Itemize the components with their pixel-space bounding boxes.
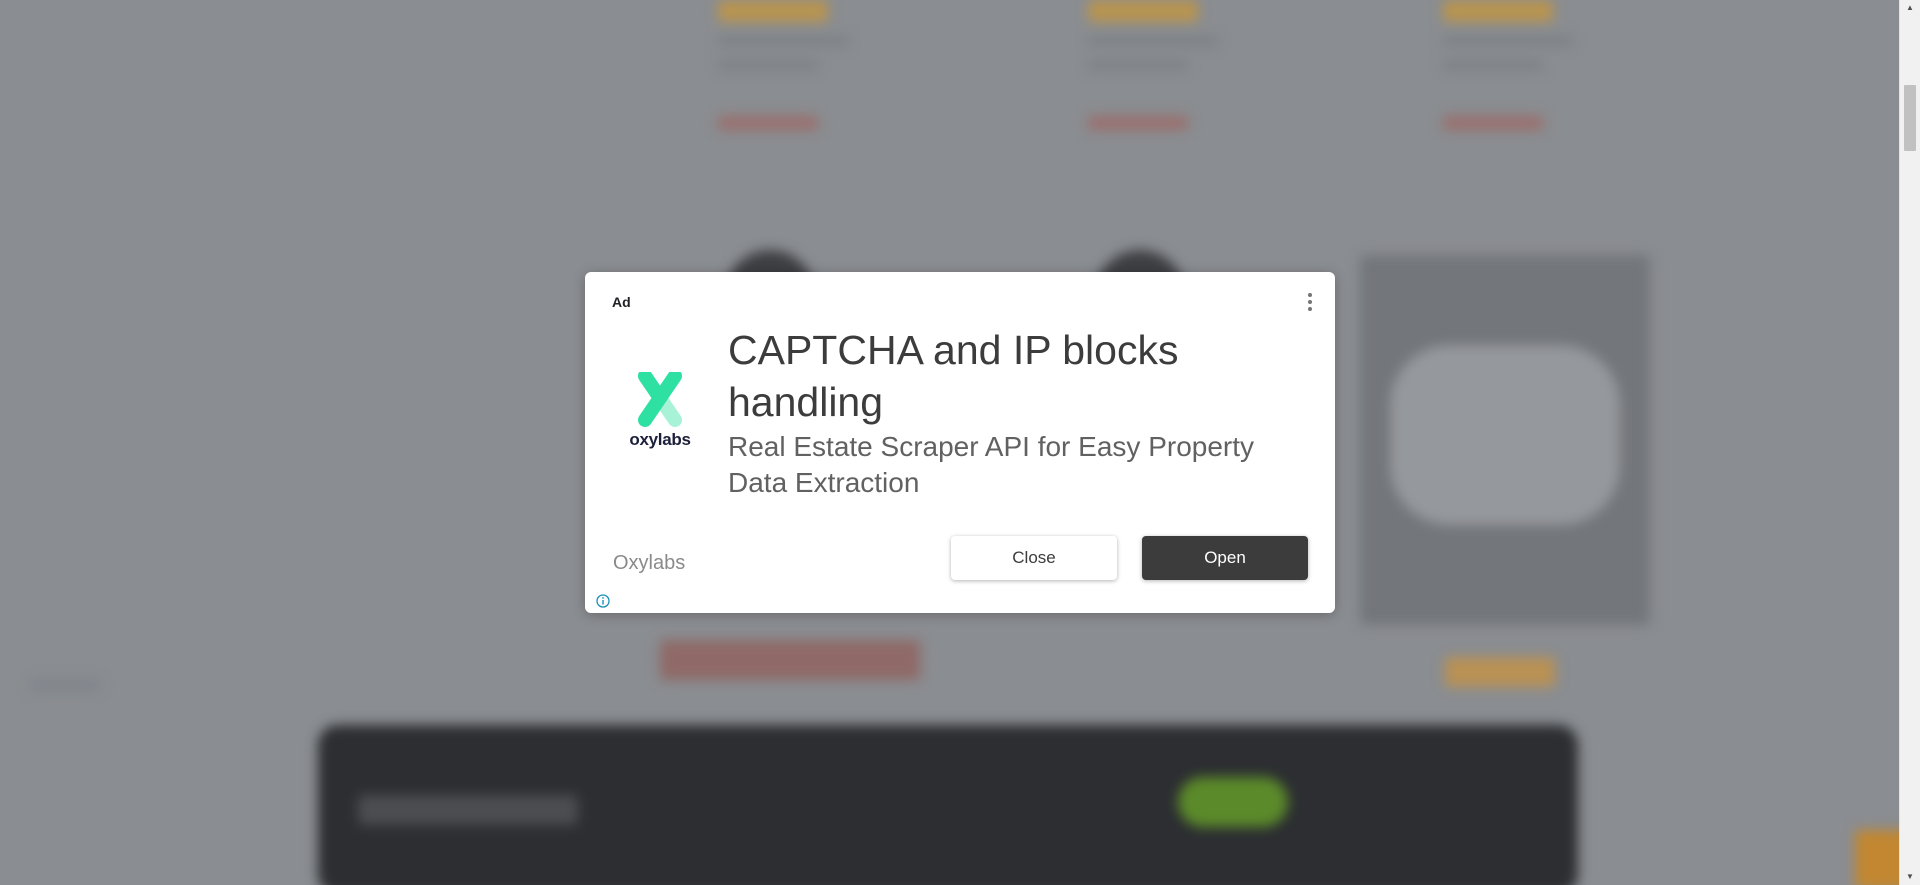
advertiser-name[interactable]: Oxylabs [613, 552, 685, 575]
ad-label: Ad [612, 294, 631, 310]
ad-dialog: Ad oxylabs CAPTCHA and IP blocks handlin… [585, 272, 1335, 613]
background-link [718, 116, 818, 130]
background-card [1088, 0, 1238, 130]
info-icon[interactable] [596, 594, 610, 608]
background-rating [1088, 0, 1198, 22]
background-card [718, 0, 868, 130]
ad-headline[interactable]: CAPTCHA and IP blocks handling [728, 324, 1298, 428]
background-text [660, 640, 920, 680]
background-rating [1443, 0, 1553, 22]
more-vert-icon[interactable] [1305, 290, 1315, 316]
close-button[interactable]: Close [951, 536, 1117, 580]
background-rating [718, 0, 828, 22]
page: ▲ ▼ Ad oxylabs CAPTCHA and IP blocks han… [0, 0, 1920, 885]
background-link [1088, 116, 1188, 130]
open-button[interactable]: Open [1142, 536, 1308, 580]
background-card [1443, 0, 1593, 130]
logo-text: oxylabs [629, 430, 691, 449]
page-scrollbar[interactable]: ▲ ▼ [1899, 0, 1920, 885]
background-sidebar-ad [1360, 255, 1650, 625]
advertiser-logo[interactable]: oxylabs [625, 369, 695, 452]
background-link [1443, 116, 1543, 130]
oxylabs-logo-icon [638, 369, 682, 427]
background-button [1445, 657, 1555, 687]
background-text [30, 680, 100, 690]
ad-description[interactable]: Real Estate Scraper API for Easy Propert… [728, 429, 1298, 501]
scroll-thumb[interactable] [1904, 85, 1916, 151]
background-banner [318, 725, 1578, 885]
scroll-down-arrow-icon[interactable]: ▼ [1900, 869, 1920, 885]
scroll-up-arrow-icon[interactable]: ▲ [1900, 0, 1920, 16]
